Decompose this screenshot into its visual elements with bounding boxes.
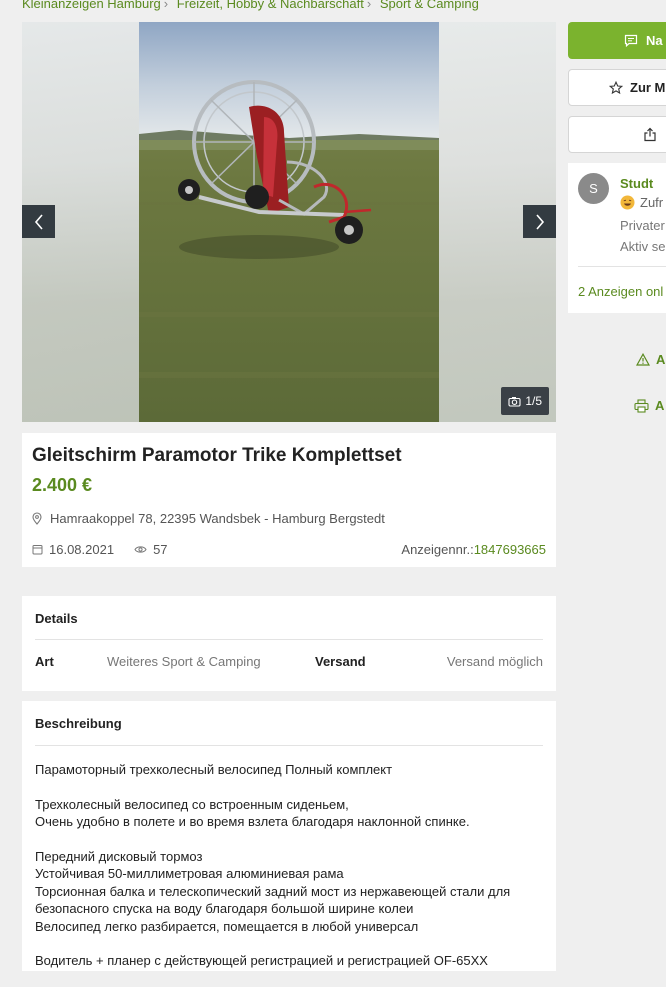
- message-button-label: Na: [646, 33, 663, 48]
- description-title: Beschreibung: [35, 716, 122, 731]
- divider: [35, 745, 543, 746]
- description-line: Трехколесный велосипед со встроенным сид…: [35, 796, 349, 812]
- seller-type: Privater: [620, 218, 665, 233]
- image-gallery[interactable]: 1/5: [22, 22, 556, 422]
- ad-location: Hamraakoppel 78, 22395 Wandsbek - Hambur…: [32, 511, 385, 526]
- watchlist-button[interactable]: Zur M: [568, 69, 666, 106]
- seller-rating-text: Zufr: [640, 195, 664, 210]
- print-link-label: A: [655, 398, 665, 413]
- printer-icon: [634, 398, 649, 413]
- detail-versand-label: Versand: [315, 654, 366, 669]
- detail-versand-value: Versand möglich: [446, 654, 543, 669]
- calendar-icon: [32, 545, 43, 555]
- smiley-icon: [620, 195, 635, 210]
- gallery-prev-button[interactable]: [22, 205, 55, 238]
- ad-number: Anzeigennr.:1847693665: [401, 542, 546, 557]
- chevron-right-icon: ›: [366, 0, 372, 11]
- ad-date-text: 16.08.2021: [49, 542, 115, 557]
- description-line: Велосипед легко разбирается, помещается …: [35, 918, 419, 934]
- star-icon: [609, 80, 623, 94]
- message-button[interactable]: Na: [568, 22, 666, 59]
- ad-summary-card: Gleitschirm Paramotor Trike Komplettset …: [22, 433, 556, 567]
- description-paragraph: Парамоторный трехколесный велосипед Полн…: [35, 762, 393, 777]
- ad-views-count: 57: [153, 542, 168, 557]
- image-counter-text: 1/5: [525, 394, 542, 408]
- detail-art-value: Weiteres Sport & Camping: [107, 654, 261, 669]
- seller-ads-link[interactable]: 2 Anzeigen onl: [578, 284, 663, 299]
- description-paragraph: Трехколесный велосипед со встроенным сид…: [35, 796, 543, 831]
- breadcrumb: Kleinanzeigen Hamburg › Freizeit, Hobby &…: [22, 0, 479, 11]
- divider: [35, 639, 543, 640]
- breadcrumb-item[interactable]: Freizeit, Hobby & Nachbarschaft: [177, 0, 364, 11]
- details-title: Details: [35, 611, 78, 626]
- ad-number-value: 1847693665: [473, 542, 546, 557]
- divider: [578, 266, 666, 267]
- report-link-label: A: [656, 352, 666, 367]
- breadcrumb-item[interactable]: Sport & Camping: [380, 0, 479, 11]
- details-card: Details Art Weiteres Sport & Camping Ver…: [22, 596, 556, 691]
- message-icon: [624, 34, 638, 47]
- avatar[interactable]: S: [578, 173, 609, 204]
- image-counter: 1/5: [501, 387, 549, 415]
- share-icon: [644, 127, 656, 142]
- description-line: Очень удобно в полете и во время взлета …: [35, 814, 470, 829]
- seller-active-since: Aktiv se: [620, 239, 666, 254]
- ad-views: 57: [134, 542, 168, 557]
- details-row: Art Weiteres Sport & Camping Versand Ver…: [35, 654, 543, 669]
- ad-date: 16.08.2021: [32, 542, 114, 557]
- eye-icon: [134, 546, 147, 553]
- ad-title: Gleitschirm Paramotor Trike Komplettset: [32, 445, 402, 466]
- listing-photo[interactable]: [139, 22, 439, 422]
- seller-card: S Studt Zufr Privater Aktiv se 2 Anzeige…: [568, 163, 666, 313]
- description-line: Устойчивая 50-миллиметровая алюминиевая …: [35, 866, 344, 881]
- seller-rating: Zufr: [620, 195, 663, 210]
- camera-icon: [508, 396, 521, 407]
- ad-number-label: Anzeigennr.:: [401, 542, 474, 557]
- description-line: Торсионная балка и телескопический задни…: [35, 883, 511, 899]
- breadcrumb-item[interactable]: Kleinanzeigen Hamburg: [22, 0, 161, 11]
- location-pin-icon: [32, 512, 42, 525]
- ad-price: 2.400 €: [32, 475, 93, 495]
- description-paragraph: Передний дисковый тормоз Устойчивая 50-м…: [35, 848, 543, 936]
- gallery-next-button[interactable]: [523, 205, 556, 238]
- chevron-left-icon: [34, 213, 43, 230]
- description-line: Передний дисковый тормоз: [35, 848, 203, 864]
- description-card: Beschreibung Парамоторный трехколесный в…: [22, 701, 556, 971]
- description-text: Парамоторный трехколесный велосипед Полн…: [35, 761, 543, 987]
- warning-icon: [636, 353, 650, 366]
- ad-meta: 16.08.2021 57 Anzeigennr.:1847693665: [32, 542, 546, 557]
- seller-name[interactable]: Studt: [620, 176, 653, 191]
- report-link[interactable]: A: [636, 352, 665, 367]
- share-button[interactable]: [568, 116, 666, 153]
- watchlist-button-label: Zur M: [630, 80, 666, 95]
- print-link[interactable]: A: [634, 398, 664, 413]
- chevron-right-icon: [535, 213, 544, 230]
- detail-art-label: Art: [35, 654, 54, 669]
- ad-location-text: Hamraakoppel 78, 22395 Wandsbek - Hambur…: [50, 511, 385, 526]
- chevron-right-icon: ›: [163, 0, 169, 11]
- description-line: безопасного спуска на воду благодаря бол…: [35, 901, 414, 916]
- description-paragraph: Водитель + планер с действующей регистра…: [35, 953, 488, 968]
